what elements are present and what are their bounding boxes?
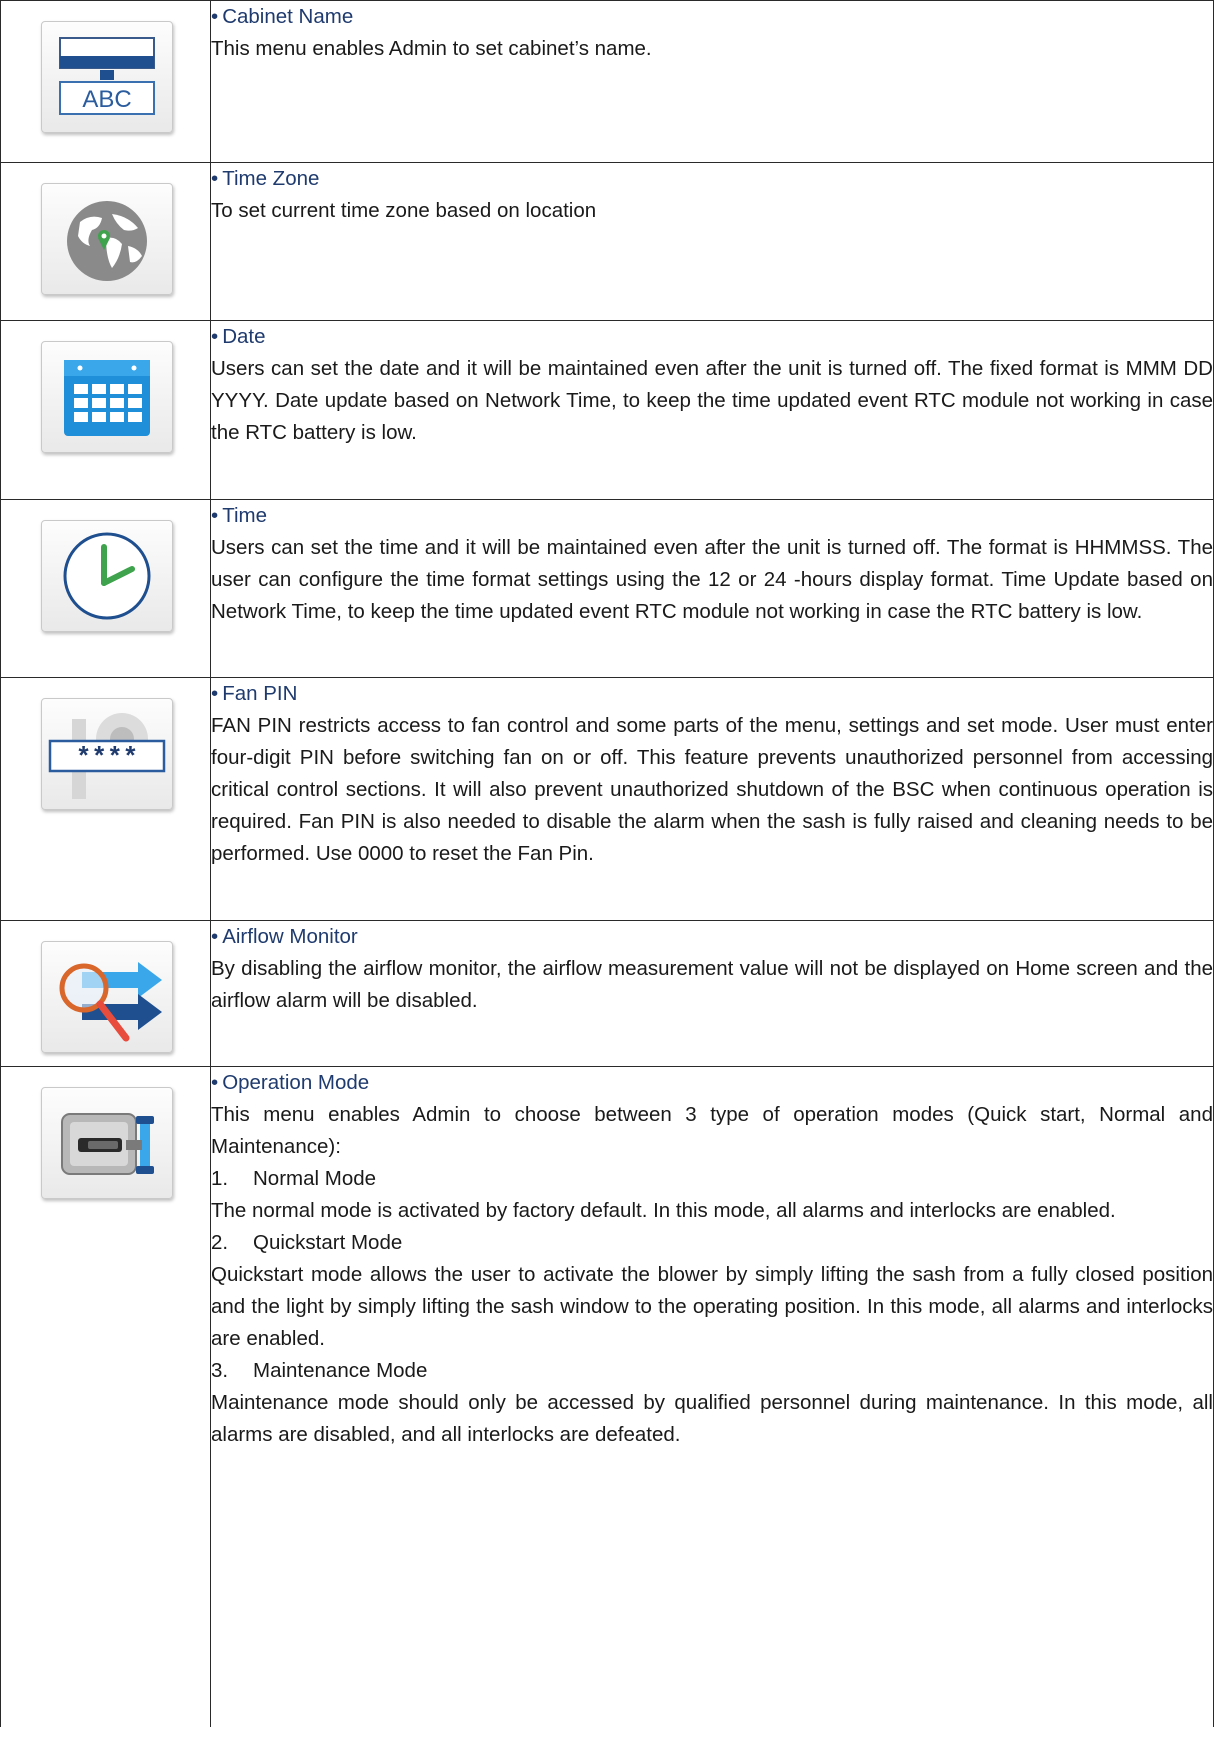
mode-item-heading: 3. Maintenance Mode xyxy=(211,1359,428,1382)
icon-cell xyxy=(0,499,211,678)
table-row: • Time Users can set the time and it will… xyxy=(0,499,1214,678)
table-row: • Time Zone To set current time zone base… xyxy=(0,162,1214,321)
mode-item-text: Quickstart mode allows the user to activ… xyxy=(211,1263,1213,1350)
pin-icon: **** xyxy=(41,698,173,810)
section-text: This menu enables Admin to set cabinet’s… xyxy=(211,37,652,60)
section-text: This menu enables Admin to choose betwee… xyxy=(211,1103,1213,1158)
description-cell: • Time Zone To set current time zone base… xyxy=(210,162,1214,321)
section-heading: • Time xyxy=(211,504,267,527)
airflow-monitor-icon xyxy=(41,941,173,1053)
icon-cell xyxy=(0,920,211,1067)
description-cell: • Time Users can set the time and it will… xyxy=(210,499,1214,678)
section-heading: • Cabinet Name xyxy=(211,5,354,28)
svg-text:ABC: ABC xyxy=(82,86,131,113)
description-cell: • Fan PIN FAN PIN restricts access to fan… xyxy=(210,677,1214,921)
table-row: ABC • Cabinet Name This menu enables Admi… xyxy=(0,0,1214,163)
icon-cell: **** xyxy=(0,677,211,921)
settings-table: ABC • Cabinet Name This menu enables Admi… xyxy=(0,0,1214,1727)
description-cell: • Operation Mode This menu enables Admin … xyxy=(210,1066,1214,1727)
clock-icon xyxy=(41,520,173,632)
cabinet-name-icon: ABC xyxy=(41,21,173,133)
icon-cell xyxy=(0,320,211,500)
section-text: Users can set the date and it will be ma… xyxy=(211,357,1213,444)
section-text: To set current time zone based on locati… xyxy=(211,199,597,222)
svg-text:****: **** xyxy=(76,743,138,773)
description-cell: • Date Users can set the date and it will… xyxy=(210,320,1214,500)
table-row: • Operation Mode This menu enables Admin … xyxy=(0,1066,1214,1727)
calendar-icon xyxy=(41,341,173,453)
globe-icon xyxy=(41,183,173,295)
table-row: • Date Users can set the date and it will… xyxy=(0,320,1214,500)
icon-cell xyxy=(0,1066,211,1727)
operation-mode-icon xyxy=(41,1087,173,1199)
section-heading: • Operation Mode xyxy=(211,1071,370,1094)
mode-item-text: The normal mode is activated by factory … xyxy=(211,1199,1116,1222)
section-heading: • Time Zone xyxy=(211,167,320,190)
mode-item-text: Maintenance mode should only be accessed… xyxy=(211,1391,1213,1446)
section-heading: • Airflow Monitor xyxy=(211,925,358,948)
section-heading: • Date xyxy=(211,325,266,348)
table-row: **** • Fan PIN FAN PIN restricts access t… xyxy=(0,677,1214,921)
description-cell: • Cabinet Name This menu enables Admin to… xyxy=(210,0,1214,163)
mode-item-heading: 1. Normal Mode xyxy=(211,1167,377,1190)
description-cell: • Airflow Monitor By disabling the airflo… xyxy=(210,920,1214,1067)
section-heading: • Fan PIN xyxy=(211,682,298,705)
table-row: • Airflow Monitor By disabling the airflo… xyxy=(0,920,1214,1067)
section-text: Users can set the time and it will be ma… xyxy=(211,536,1213,623)
icon-cell xyxy=(0,162,211,321)
mode-item-heading: 2. Quickstart Mode xyxy=(211,1231,403,1254)
icon-cell: ABC xyxy=(0,0,211,163)
section-text: FAN PIN restricts access to fan control … xyxy=(211,714,1213,865)
section-text: By disabling the airflow monitor, the ai… xyxy=(211,957,1213,1012)
